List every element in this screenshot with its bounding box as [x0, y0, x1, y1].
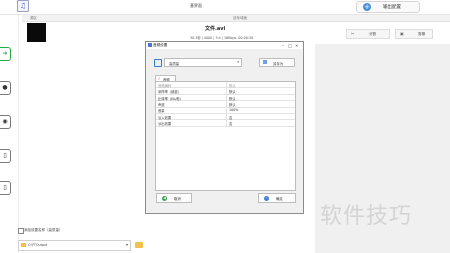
column-divider	[226, 82, 227, 88]
setting-value: 否	[229, 115, 233, 120]
browse-folder-button[interactable]	[134, 240, 144, 249]
setting-value: 默认	[229, 83, 236, 88]
plus-circle-icon: +	[363, 3, 371, 11]
music-note-icon[interactable]: ♫	[17, 0, 29, 12]
output-path-select[interactable]: C:\FFOutput ▾	[18, 240, 131, 251]
column-divider	[226, 94, 227, 101]
disc-icon[interactable]: ●	[0, 81, 11, 95]
back-arrow-icon: ◀	[162, 195, 167, 201]
scissors-icon: ✂	[351, 31, 355, 36]
settings-icon	[148, 43, 152, 47]
setting-key: 声道	[158, 102, 165, 107]
quality-profile-select[interactable]: 高质量 ▾	[164, 58, 242, 67]
append-name-label: 添加设置名称（高质量）	[24, 228, 63, 232]
setting-key: 比特率（Kb/秒）	[158, 96, 184, 101]
document-icon[interactable]: ▯	[0, 149, 11, 163]
edit-label: 剪辑	[418, 31, 425, 36]
window-title: 基界面	[190, 3, 202, 8]
setting-key: 淡入效果	[158, 115, 172, 120]
setting-value: 默认	[229, 102, 236, 107]
profile-icon	[154, 59, 162, 67]
folder-icon	[135, 242, 143, 248]
cancel-label: 取消	[174, 197, 181, 201]
close-icon[interactable]: ×	[295, 43, 298, 48]
audio-settings-dialog: 音频设置 – □ × 高质量 ▾ 另存为 ♪ 音频 音频编码 默认 采样率（赫兹…	[145, 41, 304, 214]
save-icon	[263, 60, 267, 64]
setting-key: 音频编码	[158, 83, 172, 88]
column-divider	[226, 101, 227, 107]
chevron-down-icon: ▾	[125, 242, 128, 247]
save-as-button[interactable]: 另存为	[259, 58, 295, 67]
output-settings-label: 输出配置	[383, 5, 401, 10]
film-reel-icon[interactable]: ◉	[0, 115, 11, 129]
setting-key: 音量	[158, 109, 165, 114]
chevron-down-icon: ▾	[237, 60, 239, 64]
ok-button[interactable]: ✓ 确定	[258, 193, 296, 203]
video-thumbnail	[27, 23, 46, 42]
clip-icon: ▣	[400, 31, 404, 36]
save-as-label: 另存为	[273, 61, 284, 66]
column-divider	[226, 107, 227, 113]
setting-value: 默认	[229, 96, 236, 101]
cut-label: 分割	[369, 31, 376, 36]
settings-table: 音频编码 默认 采样率（赫兹） 默认 比特率（Kb/秒） 默认 声道 默认 音量…	[155, 81, 296, 191]
setting-value: 100%	[229, 108, 239, 113]
table-row[interactable]: 淡出效果 否	[156, 120, 295, 127]
file-meta: 30.3秒 | 4000 | 3:4 | 16Kbps. 00:00:30	[190, 36, 254, 40]
column-divider	[226, 88, 227, 94]
green-arrow-icon[interactable]: ➜	[0, 47, 11, 61]
quality-profile-value: 高质量	[169, 61, 180, 66]
cancel-button[interactable]: ◀ 取消	[156, 193, 192, 203]
column-divider	[226, 114, 227, 120]
check-icon: ✓	[264, 195, 269, 201]
folder-icon	[21, 243, 26, 247]
minimize-icon[interactable]: –	[282, 43, 284, 48]
setting-value: 否	[229, 122, 233, 127]
dialog-title: 音频设置	[153, 43, 168, 47]
file-name: 文件.avi	[205, 26, 226, 32]
column-target: 目标域面	[233, 16, 247, 20]
output-path-value: C:\FFOutput	[28, 243, 48, 247]
setting-key: 淡出效果	[158, 122, 172, 127]
output-settings-button[interactable]: + 输出配置	[356, 1, 420, 13]
edit-button[interactable]: ▣ 剪辑	[395, 29, 433, 39]
watermark: 软件技巧	[320, 204, 413, 229]
maximize-icon[interactable]: □	[288, 43, 292, 48]
cut-button[interactable]: ✂ 分割	[346, 29, 390, 39]
dialog-title-bar[interactable]: 音频设置 – □ ×	[146, 42, 303, 49]
column-divider	[226, 120, 227, 126]
sidebar: ➜ ● ◉ ▯ ▯	[0, 15, 19, 253]
setting-value: 默认	[229, 90, 236, 95]
document-icon[interactable]: ▯	[0, 181, 11, 195]
setting-key: 采样率（赫兹）	[158, 90, 182, 95]
column-source: 源区	[30, 16, 37, 20]
ok-label: 确定	[276, 197, 283, 201]
